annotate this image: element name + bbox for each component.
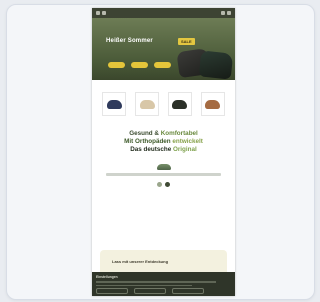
shoe-image bbox=[139, 99, 155, 109]
hero-buttons bbox=[108, 62, 171, 68]
promo-text: Lass mit unserer Entdeckung bbox=[112, 259, 169, 264]
shoe-image bbox=[106, 99, 122, 109]
headline-text: Gesund & bbox=[129, 130, 159, 137]
cookie-banner: Einstellungen bbox=[92, 272, 235, 296]
feature-text bbox=[106, 173, 221, 176]
sale-badge: SALE bbox=[178, 38, 195, 45]
top-bar bbox=[92, 8, 235, 18]
product-card[interactable] bbox=[135, 92, 160, 118]
product-card[interactable] bbox=[200, 92, 225, 118]
cookie-button[interactable] bbox=[172, 288, 204, 294]
topbar-left-icons bbox=[96, 11, 106, 15]
product-image[interactable] bbox=[167, 92, 192, 116]
cookie-text-line bbox=[96, 281, 216, 283]
headline: Gesund & Komfortabel Mit Orthopäden entw… bbox=[92, 130, 235, 154]
feature-shoe-icon bbox=[156, 164, 171, 170]
headline-highlight: Original bbox=[172, 146, 197, 153]
cookie-text-line bbox=[96, 284, 192, 286]
hero-banner[interactable]: Heißer Sommer SALE bbox=[92, 18, 235, 80]
product-image[interactable] bbox=[135, 92, 160, 116]
account-icon[interactable] bbox=[221, 11, 225, 15]
cart-icon[interactable] bbox=[227, 11, 231, 15]
hero-shoe-image bbox=[198, 50, 234, 80]
product-card[interactable] bbox=[167, 92, 192, 118]
hero-button[interactable] bbox=[108, 62, 125, 68]
product-image[interactable] bbox=[102, 92, 127, 116]
search-icon[interactable] bbox=[102, 11, 106, 15]
cookie-button[interactable] bbox=[134, 288, 166, 294]
headline-highlight: Komfortabel bbox=[160, 130, 198, 137]
menu-icon[interactable] bbox=[96, 11, 100, 15]
shoe-image bbox=[172, 99, 188, 109]
hero-button[interactable] bbox=[154, 62, 171, 68]
carousel-dots bbox=[92, 182, 235, 187]
product-card[interactable] bbox=[102, 92, 127, 118]
cookie-button[interactable] bbox=[96, 288, 128, 294]
headline-text: Mit Orthopäden bbox=[124, 138, 171, 145]
carousel-dot[interactable] bbox=[157, 182, 162, 187]
cookie-buttons bbox=[96, 288, 204, 294]
mobile-page: Heißer Sommer SALE Gesund & Komfortabel … bbox=[92, 8, 235, 296]
promo-banner: Lass mit unserer Entdeckung bbox=[100, 250, 227, 274]
product-row bbox=[92, 80, 235, 118]
product-image[interactable] bbox=[200, 92, 225, 116]
hero-button[interactable] bbox=[131, 62, 148, 68]
headline-highlight: entwickelt bbox=[172, 138, 203, 145]
topbar-right-icons bbox=[221, 11, 231, 15]
hero-title: Heißer Sommer bbox=[106, 38, 153, 44]
carousel-dot-active[interactable] bbox=[165, 182, 170, 187]
shoe-image bbox=[205, 99, 221, 109]
headline-text: Das deutsche bbox=[130, 146, 172, 153]
cookie-title: Einstellungen bbox=[96, 275, 118, 279]
